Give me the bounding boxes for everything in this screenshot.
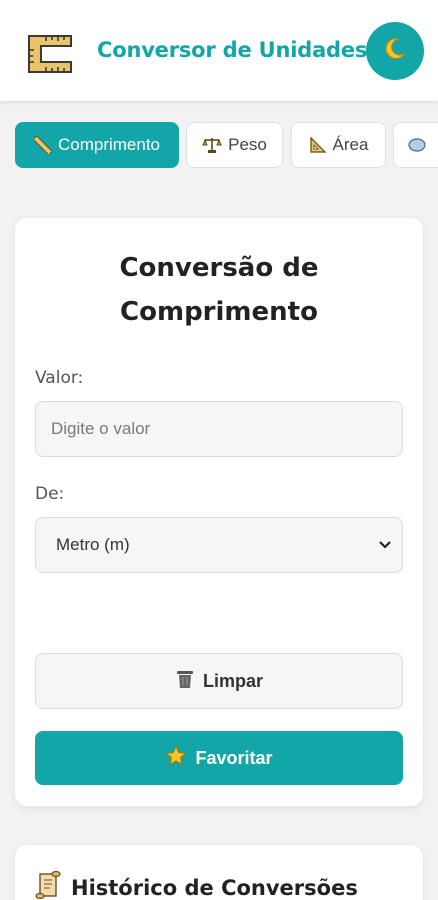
from-unit-value: Metro (m) [56, 535, 130, 554]
favorite-button-label: Favoritar [195, 747, 273, 768]
converter-title: Conversão de Comprimento [15, 246, 423, 334]
history-title-text: Histórico de Conversões [71, 875, 358, 900]
tab-comprimento[interactable]: Comprimento [15, 122, 179, 168]
favorite-button[interactable]: Favoritar [35, 731, 403, 785]
converter-card: Conversão de Comprimento Valor: De: Metr… [15, 218, 423, 806]
category-tabs: Comprimento Peso Área [0, 122, 438, 170]
trash-icon [175, 668, 195, 695]
value-label: Valor: [35, 368, 84, 388]
star-icon [165, 744, 188, 772]
scale-icon [202, 136, 222, 154]
from-label: De: [35, 484, 65, 504]
tab-label: Área [332, 135, 369, 154]
theme-toggle-button[interactable] [366, 22, 424, 80]
tab-peso[interactable]: Peso [186, 122, 283, 168]
tab-label: Peso [228, 135, 267, 154]
tab-area[interactable]: Área [291, 122, 386, 168]
tab-volume[interactable] [393, 122, 438, 168]
cylinder-icon [408, 136, 426, 154]
ruler-icon [33, 136, 52, 154]
history-card: Histórico de Conversões [15, 845, 423, 900]
scroll-icon [35, 870, 61, 900]
history-title: Histórico de Conversões [35, 870, 358, 900]
triangle-ruler-icon [309, 136, 327, 154]
clear-button[interactable]: Limpar [35, 653, 403, 709]
value-input[interactable] [35, 401, 403, 457]
app-header: Conversor de Unidades [0, 0, 438, 101]
clear-button-label: Limpar [202, 670, 263, 691]
chevron-down-icon [378, 535, 392, 555]
moon-icon [382, 36, 408, 66]
ruler-logo-icon [26, 30, 74, 78]
from-unit-select[interactable]: Metro (m) [35, 517, 403, 573]
app-title: Conversor de Unidades [97, 38, 368, 62]
tab-label: Comprimento [57, 135, 161, 154]
converter-title-text: Conversão de Comprimento [119, 253, 319, 327]
